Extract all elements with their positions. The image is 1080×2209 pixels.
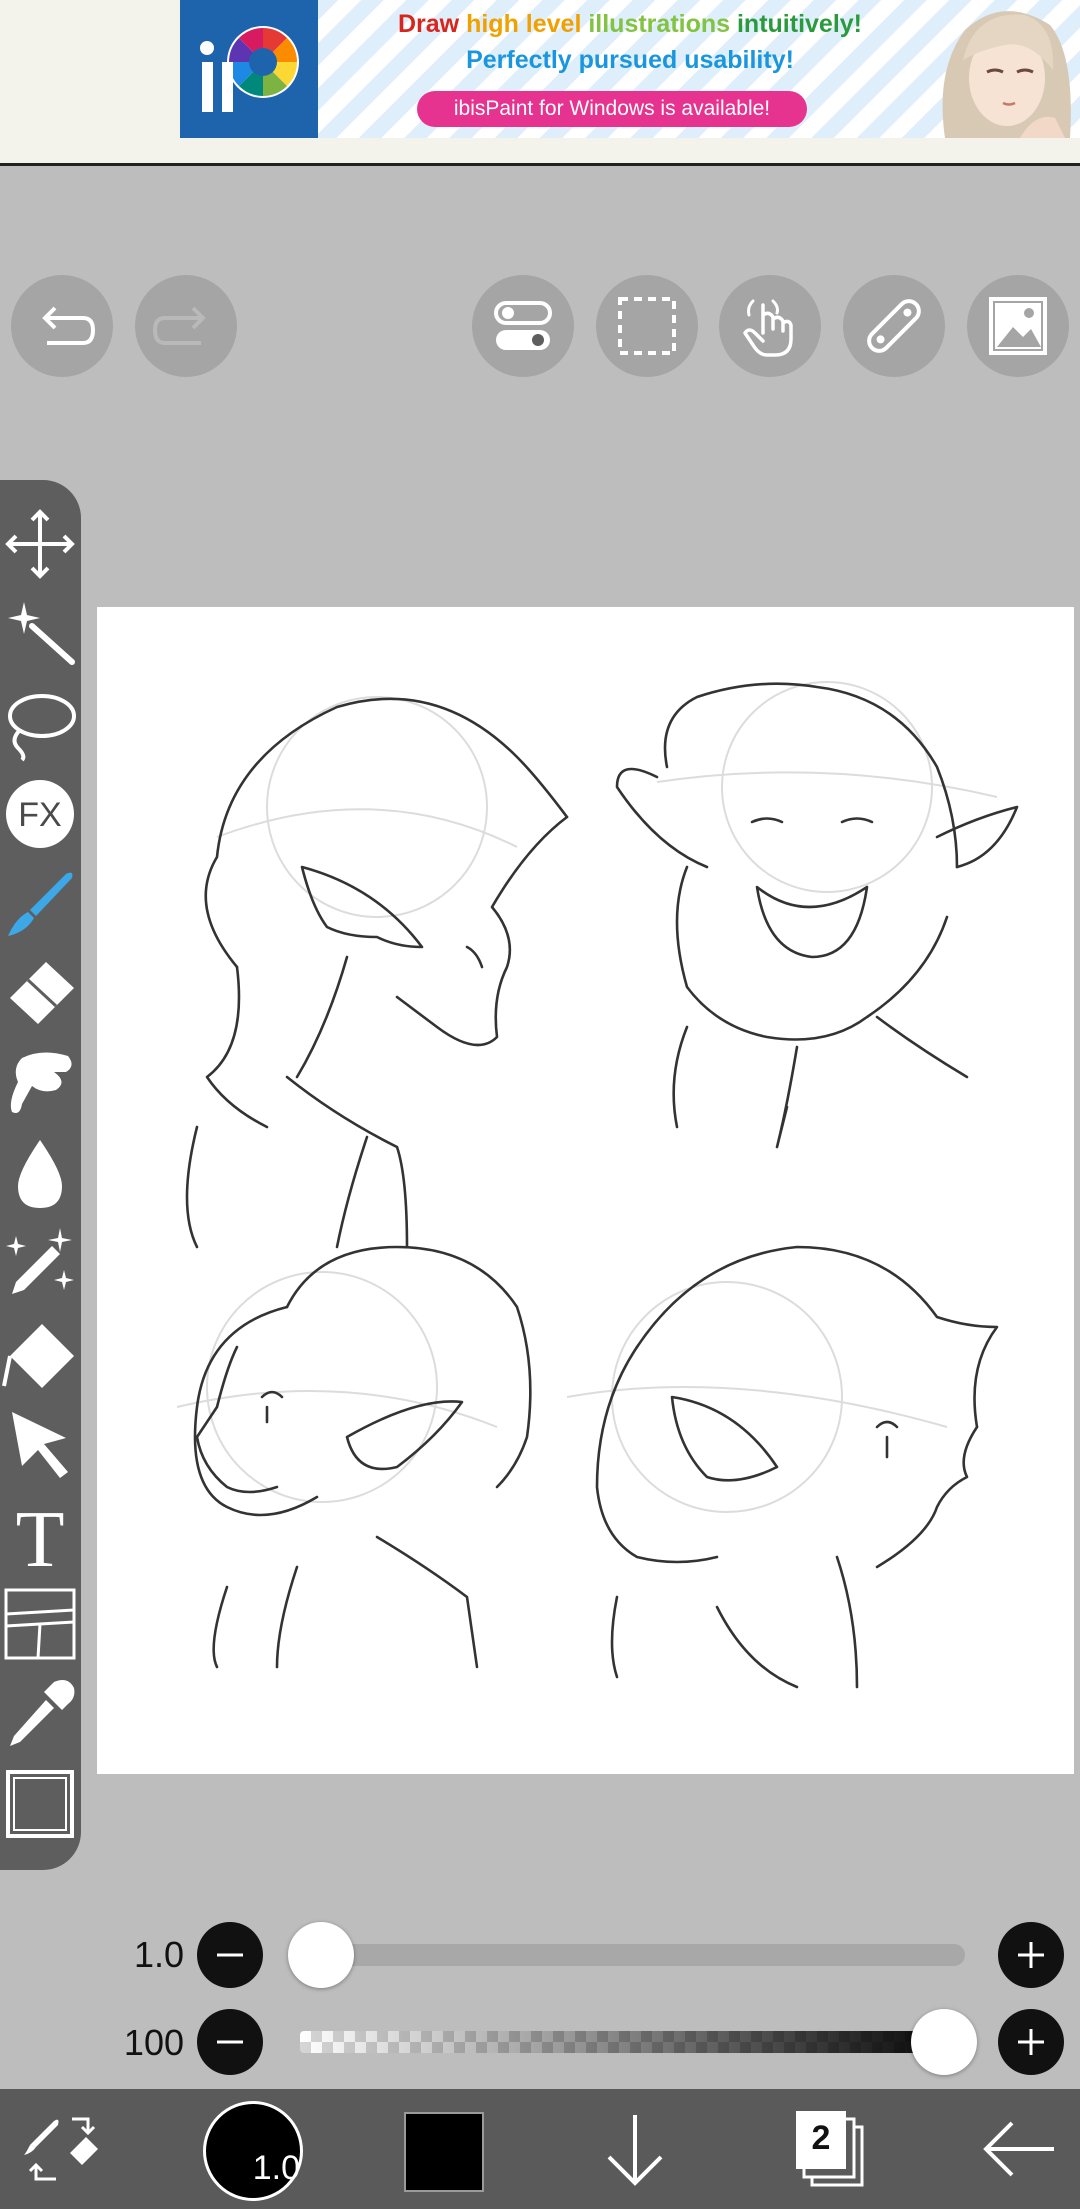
brush-size-slider-thumb[interactable] [288, 1922, 354, 1988]
back-button[interactable] [980, 2109, 1060, 2194]
plus-icon [1018, 2029, 1044, 2055]
tool-panel: FX T [0, 480, 81, 1870]
fx-label: FX [18, 796, 61, 834]
ad-headline-part: high level [466, 10, 589, 38]
move-icon [5, 509, 75, 579]
ad-cta-button[interactable]: ibisPaint for Windows is available! [417, 91, 807, 127]
ad-character-image [925, 0, 1080, 138]
layers-button[interactable]: 2 [790, 2109, 870, 2193]
ad-headline: Draw high level illustrations intuitivel… [325, 10, 935, 39]
brush-opacity-decrease-button[interactable] [197, 2009, 263, 2075]
hand-button[interactable] [719, 275, 821, 377]
tool-smudge[interactable] [0, 1040, 81, 1128]
brush-size-label: 1.0 [252, 2149, 300, 2187]
hand-icon [743, 299, 793, 357]
tool-canvas[interactable] [0, 1760, 81, 1848]
tool-fx[interactable]: FX [0, 770, 81, 858]
redo-button[interactable] [135, 275, 237, 377]
selection-button[interactable] [596, 275, 698, 377]
down-arrow-button[interactable] [595, 2109, 675, 2194]
text-icon: T [16, 1496, 65, 1572]
sketch-artwork [176, 681, 1019, 1689]
tool-special-pen[interactable] [0, 1220, 81, 1308]
ibispaint-logo-icon [180, 0, 318, 138]
magic-wand-icon [8, 602, 75, 665]
brush-opacity-increase-button[interactable] [998, 2009, 1064, 2075]
lasso-icon [8, 694, 76, 762]
undo-button[interactable] [11, 275, 113, 377]
brush-size-increase-button[interactable] [998, 1922, 1064, 1988]
brush-size-value: 1.0 [133, 1934, 184, 1975]
tool-lasso[interactable] [0, 680, 81, 768]
special-pen-icon [6, 1228, 74, 1294]
minus-icon [217, 1953, 243, 1957]
image-icon [989, 297, 1047, 355]
tool-eyedropper[interactable] [0, 1670, 81, 1758]
brush-opacity-slider[interactable] [300, 2031, 965, 2053]
text-tool-label: T [16, 1496, 65, 1572]
swap-tool-button[interactable] [22, 2109, 102, 2194]
toggle-button[interactable] [472, 275, 574, 377]
tool-blur[interactable] [0, 1130, 81, 1218]
selection-icon [618, 297, 676, 355]
tool-magic-wand[interactable] [0, 590, 81, 678]
brush-size-slider[interactable] [300, 1944, 965, 1966]
ad-area: Draw high level illustrations intuitivel… [0, 0, 1080, 166]
ruler-icon [867, 299, 921, 353]
brush-size-button[interactable]: 1.0 [203, 2101, 303, 2201]
brush-opacity-value: 100 [123, 2022, 184, 2063]
blur-icon [18, 1140, 62, 1208]
eyedropper-icon [10, 1680, 75, 1746]
brush-opacity-slider-thumb[interactable] [911, 2009, 977, 2075]
select-arrow-icon [12, 1412, 68, 1478]
back-arrow-icon [983, 2121, 1054, 2177]
ad-subheadline: Perfectly pursued usability! [466, 46, 794, 74]
layer-count: 2 [811, 2119, 831, 2157]
tool-brush[interactable] [0, 860, 81, 948]
canvas-icon [6, 1770, 74, 1838]
frame-divider-icon [4, 1588, 76, 1660]
plus-icon [1018, 1942, 1044, 1968]
swap-tool-icon [24, 2117, 98, 2181]
reference-image-button[interactable] [967, 275, 1069, 377]
brush-icon [8, 872, 73, 936]
tool-eraser[interactable] [0, 950, 81, 1038]
down-arrow-icon [607, 2115, 663, 2186]
fx-icon: FX [6, 780, 74, 848]
redo-icon [152, 306, 206, 345]
toggle-icon [494, 301, 552, 350]
smudge-icon [10, 1052, 72, 1113]
tool-select-arrow[interactable] [0, 1400, 81, 1488]
tool-move[interactable] [0, 500, 81, 588]
ad-headline-part: Draw [397, 10, 467, 38]
ad-banner[interactable]: Draw high level illustrations intuitivel… [180, 0, 1080, 138]
color-swatch[interactable] [404, 2112, 484, 2192]
minus-icon [217, 2040, 243, 2044]
eraser-icon [10, 962, 74, 1024]
fill-icon [2, 1324, 74, 1388]
brush-size-decrease-button[interactable] [197, 1922, 263, 1988]
ad-headline-part: intuitively! [736, 10, 862, 38]
ad-headline-part: illustrations [588, 10, 737, 38]
undo-icon [42, 306, 96, 345]
ruler-button[interactable] [843, 275, 945, 377]
tool-text[interactable]: T [0, 1490, 81, 1578]
bottom-bar: 1.0 2 [0, 2089, 1080, 2209]
tool-fill[interactable] [0, 1310, 81, 1398]
tool-frame-divider[interactable] [0, 1580, 81, 1668]
drawing-canvas[interactable] [97, 607, 1074, 1774]
